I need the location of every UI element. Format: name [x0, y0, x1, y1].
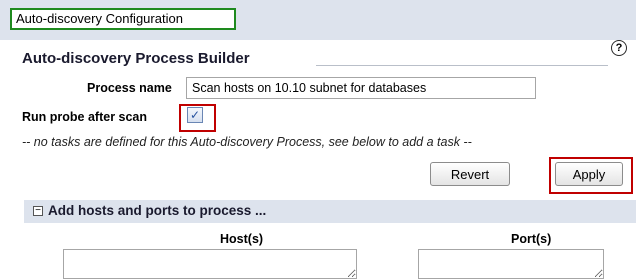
hosts-column-header: Host(s) [220, 232, 264, 246]
ports-column-header: Port(s) [511, 232, 552, 246]
no-tasks-notice: -- no tasks are defined for this Auto-di… [22, 135, 472, 149]
process-name-label: Process name [87, 81, 172, 95]
process-name-input[interactable] [186, 77, 536, 99]
section-title[interactable]: Add hosts and ports to process ... [48, 203, 266, 218]
run-probe-checkbox[interactable]: ✓ [187, 107, 203, 123]
hosts-input[interactable] [63, 249, 357, 279]
collapse-icon[interactable]: − [33, 206, 43, 216]
run-probe-label: Run probe after scan [22, 110, 148, 124]
breadcrumb[interactable]: Auto-discovery Configuration [10, 8, 236, 30]
page-title: Auto-discovery Process Builder [22, 50, 250, 67]
revert-button[interactable]: Revert [430, 162, 510, 186]
apply-button[interactable]: Apply [555, 162, 623, 186]
ports-input[interactable] [418, 249, 604, 279]
help-icon[interactable]: ? [611, 40, 627, 56]
left-gutter [0, 40, 17, 269]
title-divider [316, 65, 608, 66]
